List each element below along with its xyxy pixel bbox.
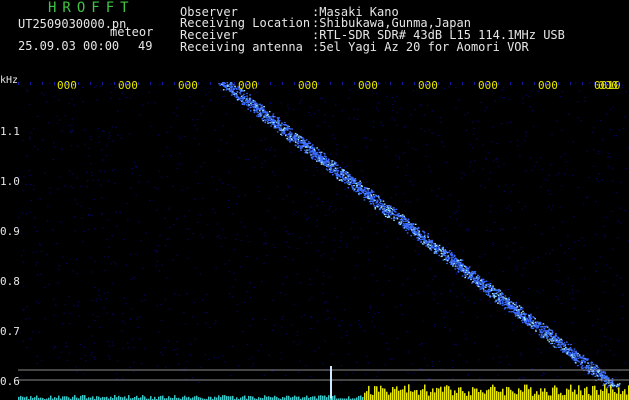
spectrogram-plot — [18, 82, 629, 400]
frequency-tick-label: 0.9 — [0, 225, 20, 238]
frequency-unit-label: kHz — [0, 75, 19, 86]
signal-trace — [218, 82, 621, 390]
marker-line — [330, 366, 332, 400]
timestamp: 25.09.03 00:00 — [18, 39, 120, 53]
frequency-tick-label: 1.0 — [0, 175, 20, 188]
app-title: HROFFT — [48, 0, 135, 16]
file-suffix: meteor — [110, 25, 154, 39]
frequency-tick-label: 0.8 — [0, 275, 20, 288]
detection-count: 49 — [138, 39, 153, 53]
level-meter — [18, 384, 629, 400]
noise-floor — [18, 82, 629, 383]
time-tick-marks — [18, 82, 619, 85]
spectrogram-screen: HROFFT UT2509030000.pn meteor 25.09.03 0… — [0, 0, 629, 400]
frequency-tick-label: 0.7 — [0, 325, 20, 338]
antenna-label: Receiving antenna — [180, 40, 303, 54]
frequency-tick-label: 1.1 — [0, 125, 20, 138]
antenna-value: :5el Yagi Az 20 for Aomori VOR — [312, 40, 529, 54]
frequency-tick-label: 0.6 — [0, 375, 20, 388]
